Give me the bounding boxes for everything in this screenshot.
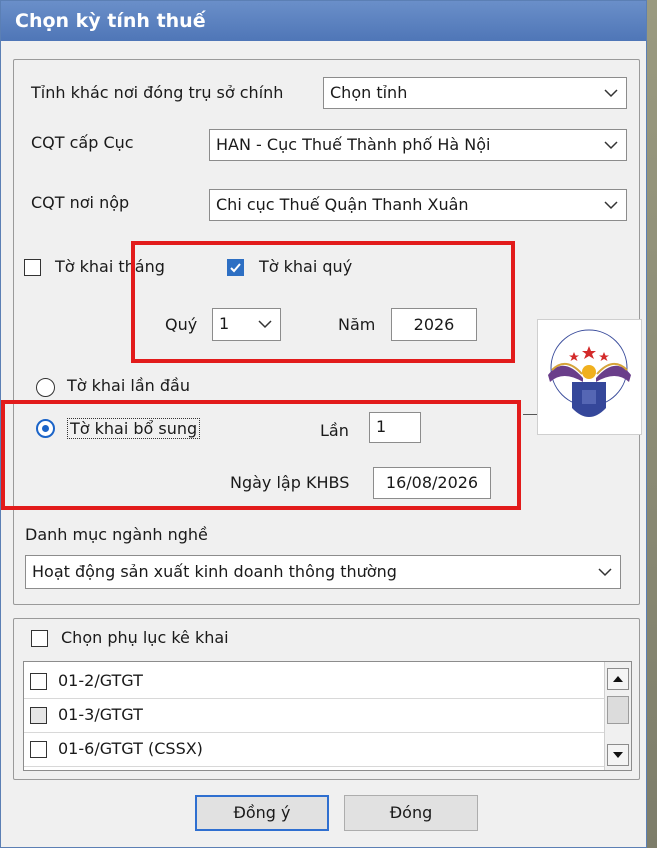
- company-logo: [537, 319, 642, 435]
- list-scrollbar[interactable]: [604, 662, 631, 770]
- appendix-list[interactable]: 01-2/GTGT 01-3/GTGT 01-6/GTGT (CSSX): [23, 661, 632, 771]
- item-label: 01-6/GTGT (CSSX): [58, 739, 203, 758]
- dept-value: HAN - Cục Thuế Thành phố Hà Nội: [216, 135, 491, 154]
- declaration-highlight-box: [1, 400, 521, 510]
- office-select[interactable]: Chi cục Thuế Quận Thanh Xuân: [209, 189, 627, 221]
- scroll-up-button[interactable]: [607, 668, 629, 690]
- first-declaration-radio[interactable]: [36, 378, 55, 397]
- scroll-thumb[interactable]: [607, 696, 629, 724]
- item-checkbox[interactable]: [30, 741, 47, 758]
- ok-button[interactable]: Đồng ý: [195, 795, 329, 831]
- logo-emblem-icon: [548, 329, 631, 417]
- industry-value: Hoạt động sản xuất kinh doanh thông thườ…: [32, 562, 397, 581]
- office-value: Chi cục Thuế Quận Thanh Xuân: [216, 195, 469, 214]
- industry-label: Danh mục ngành nghề: [25, 525, 208, 544]
- office-label: CQT nơi nộp: [31, 193, 130, 212]
- province-value: Chọn tỉnh: [330, 83, 408, 102]
- item-checkbox[interactable]: [30, 673, 47, 690]
- item-checkbox[interactable]: [30, 707, 47, 724]
- list-item[interactable]: 01-3/GTGT: [24, 699, 604, 733]
- close-button[interactable]: Đóng: [344, 795, 478, 831]
- item-label: 01-3/GTGT: [58, 705, 143, 724]
- province-label: Tỉnh khác nơi đóng trụ sở chính: [31, 83, 284, 102]
- monthly-checkbox[interactable]: [24, 259, 41, 276]
- logo-divider-line: [523, 414, 537, 415]
- industry-select[interactable]: Hoạt động sản xuất kinh doanh thông thườ…: [25, 555, 621, 589]
- appendix-label[interactable]: Chọn phụ lục kê khai: [61, 628, 229, 647]
- dept-label: CQT cấp Cục: [31, 133, 134, 152]
- triangle-down-icon: [613, 752, 623, 758]
- triangle-up-icon: [613, 676, 623, 682]
- first-declaration-label[interactable]: Tờ khai lần đầu: [67, 376, 190, 395]
- dept-select[interactable]: HAN - Cục Thuế Thành phố Hà Nội: [209, 129, 627, 161]
- chevron-down-icon: [598, 568, 612, 577]
- chevron-down-icon: [604, 89, 618, 98]
- chevron-down-icon: [604, 141, 618, 150]
- period-highlight-box: [131, 241, 515, 363]
- list-item[interactable]: 01-6/GTGT (CSSX): [24, 733, 604, 767]
- dialog-window: Chọn kỳ tính thuế Tỉnh khác nơi đóng trụ…: [0, 0, 647, 848]
- window-title: Chọn kỳ tính thuế: [1, 1, 646, 41]
- scroll-down-button[interactable]: [607, 744, 629, 766]
- chevron-down-icon: [604, 201, 618, 210]
- background-strip: [646, 0, 657, 848]
- item-label: 01-2/GTGT: [58, 671, 143, 690]
- list-item[interactable]: 01-2/GTGT: [24, 665, 604, 699]
- appendix-checkbox[interactable]: [31, 630, 48, 647]
- province-select[interactable]: Chọn tỉnh: [323, 77, 627, 109]
